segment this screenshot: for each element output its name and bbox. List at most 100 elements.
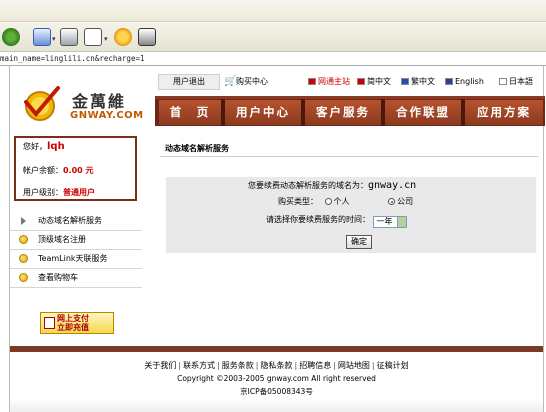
cart-link[interactable]: 🛒购买中心 bbox=[224, 74, 268, 90]
logout-button[interactable]: 用户退出 bbox=[158, 74, 220, 90]
nav-tab-solutions[interactable]: 应用方案 bbox=[465, 100, 543, 125]
logo-english-text: GNWAY.COM bbox=[70, 110, 144, 121]
cart-label: 购买中心 bbox=[236, 77, 268, 86]
bullet-icon bbox=[19, 254, 28, 263]
lang-simplified-label: 简中文 bbox=[367, 77, 391, 86]
lang-english[interactable]: English bbox=[445, 74, 484, 90]
page-title: 动态域名解析服务 bbox=[165, 144, 229, 153]
balance-value: 0.00 元 bbox=[63, 166, 94, 175]
lang-japanese-label: 日本語 bbox=[509, 77, 533, 86]
footer-link-contribute[interactable]: 征稿计划 bbox=[377, 361, 409, 370]
utility-bar: 用户退出 🛒购买中心 网通主站 简中文 繁中文 English 日本語 bbox=[158, 74, 543, 90]
nav-tab-partners[interactable]: 合作联盟 bbox=[385, 100, 461, 125]
bullet-icon bbox=[19, 235, 28, 244]
mail-icon[interactable] bbox=[33, 28, 51, 46]
side-menu-item-label: 动态域名解析服务 bbox=[38, 216, 102, 225]
main-nav: 首 页 用户中心 客户服务 合作联盟 应用方案 bbox=[155, 96, 545, 126]
lang-simplified[interactable]: 简中文 bbox=[357, 74, 391, 90]
online-payment-banner[interactable]: 网上支付 立即充值 bbox=[40, 312, 114, 334]
footer-shadow bbox=[10, 398, 543, 412]
footer-separator: | bbox=[371, 361, 375, 370]
lang-traditional-label: 繁中文 bbox=[411, 77, 435, 86]
footer-bar bbox=[10, 346, 543, 352]
footer-link-terms[interactable]: 服务条款 bbox=[222, 361, 254, 370]
side-menu-item-domain-registration[interactable]: 顶级域名注册 bbox=[10, 231, 142, 250]
pay-banner-line1: 网上支付 bbox=[57, 314, 89, 323]
footer-link-privacy[interactable]: 隐私条款 bbox=[261, 361, 293, 370]
side-menu: 动态域名解析服务 顶级域名注册 TeamLink天联服务 查看购物车 bbox=[10, 212, 142, 288]
edit-dropdown-arrow[interactable]: ▾ bbox=[104, 35, 108, 43]
flag-icon bbox=[499, 78, 507, 85]
print-icon[interactable] bbox=[60, 28, 78, 46]
side-menu-item-label: 顶级域名注册 bbox=[38, 235, 86, 244]
period-select[interactable]: 一年 bbox=[372, 216, 407, 228]
lang-main-site-label: 网通主站 bbox=[318, 77, 350, 86]
side-menu-item-cart[interactable]: 查看购物车 bbox=[10, 269, 142, 288]
logo-chinese-text: 金萬維 bbox=[72, 92, 127, 111]
domain-row: 您要续费动态解析服务的域名为：gnway.cn bbox=[248, 180, 416, 191]
footer-link-about[interactable]: 关于我们 bbox=[144, 361, 176, 370]
radio-personal[interactable] bbox=[324, 198, 332, 205]
footer-separator: | bbox=[255, 361, 259, 370]
edit-icon[interactable] bbox=[84, 28, 102, 46]
footer: 关于我们 | 联系方式 | 服务条款 | 隐私条款 | 招聘信息 | 网站地图 | 征稿计划 Copyr… bbox=[10, 346, 543, 412]
address-url[interactable]: main_name=linglili.cn&recharge=1 bbox=[0, 54, 145, 63]
renewal-form: 您要续费动态解析服务的域名为：gnway.cn 购买类型： 个人 公司 请选择你… bbox=[166, 177, 536, 253]
pay-banner-line2: 立即充值 bbox=[57, 323, 89, 332]
type-option-personal-label: 个人 bbox=[333, 197, 350, 206]
address-bar[interactable]: main_name=linglili.cn&recharge=1 bbox=[0, 53, 546, 66]
footer-copyright: Copyright ©2003-2005 gnway.com All right… bbox=[177, 374, 376, 383]
footer-icp: 京ICP备05008343号 bbox=[240, 387, 313, 396]
period-label: 请选择你要续费服务的时间： bbox=[266, 215, 370, 224]
flag-icon bbox=[445, 78, 453, 85]
lang-japanese[interactable]: 日本語 bbox=[499, 74, 533, 90]
side-menu-item-teamlink[interactable]: TeamLink天联服务 bbox=[10, 250, 142, 269]
footer-separator: | bbox=[217, 361, 220, 370]
page: 金萬維 GNWAY.COM 用户退出 🛒购买中心 网通主站 简中文 繁中文 En… bbox=[9, 66, 545, 412]
type-option-personal[interactable]: 个人 bbox=[324, 197, 350, 206]
radio-company[interactable] bbox=[388, 198, 396, 205]
nav-tab-user-center[interactable]: 用户中心 bbox=[225, 100, 301, 125]
confirm-button[interactable]: 确定 bbox=[346, 235, 372, 249]
footer-link-sitemap[interactable]: 网站地图 bbox=[338, 361, 370, 370]
type-label: 购买类型： bbox=[278, 197, 318, 206]
level-row: 用户级别：普通用户 bbox=[23, 187, 95, 198]
flag-icon bbox=[308, 78, 316, 85]
domain-label: 您要续费动态解析服务的域名为： bbox=[248, 181, 368, 190]
nav-tab-home[interactable]: 首 页 bbox=[159, 100, 221, 125]
type-option-company-label: 公司 bbox=[397, 197, 414, 206]
footer-link-jobs[interactable]: 招聘信息 bbox=[299, 361, 331, 370]
user-info-box: 您好，lqh 帐户余额：0.00 元 用户级别：普通用户 bbox=[14, 136, 137, 201]
cart-icon: 🛒 bbox=[224, 76, 237, 87]
logo-check-icon bbox=[24, 86, 60, 121]
greeting-label: 您好， bbox=[23, 142, 47, 151]
type-option-company[interactable]: 公司 bbox=[388, 197, 413, 206]
footer-link-contact[interactable]: 联系方式 bbox=[183, 361, 215, 370]
title-divider bbox=[160, 156, 538, 157]
level-value: 普通用户 bbox=[63, 188, 95, 197]
period-row: 请选择你要续费服务的时间： 一年 bbox=[266, 214, 407, 228]
messenger-icon[interactable] bbox=[114, 28, 132, 46]
bullet-icon bbox=[19, 273, 28, 282]
nav-tab-customer-service[interactable]: 客户服务 bbox=[305, 100, 381, 125]
chevron-down-icon[interactable] bbox=[396, 217, 406, 227]
username: lqh bbox=[47, 141, 65, 152]
balance-row: 帐户余额：0.00 元 bbox=[23, 165, 94, 176]
arrow-right-icon bbox=[21, 217, 26, 225]
side-menu-item-dns[interactable]: 动态域名解析服务 bbox=[10, 212, 142, 231]
mail-dropdown-arrow[interactable]: ▾ bbox=[52, 35, 56, 43]
side-menu-item-label: 查看购物车 bbox=[38, 273, 78, 282]
footer-links: 关于我们 | 联系方式 | 服务条款 | 隐私条款 | 招聘信息 | 网站地图 | 征稿计划 bbox=[10, 360, 543, 371]
browser-toolbar: ▾ ▾ bbox=[0, 22, 546, 52]
browser-menu-strip bbox=[0, 0, 546, 22]
logo[interactable]: 金萬維 GNWAY.COM bbox=[16, 78, 144, 140]
flag-icon bbox=[401, 78, 409, 85]
period-select-value: 一年 bbox=[376, 217, 393, 226]
lang-traditional[interactable]: 繁中文 bbox=[401, 74, 435, 90]
refresh-icon[interactable] bbox=[2, 28, 20, 46]
type-row: 购买类型： 个人 公司 bbox=[278, 196, 413, 207]
lang-main-site[interactable]: 网通主站 bbox=[308, 74, 350, 90]
research-icon[interactable] bbox=[138, 28, 156, 46]
greeting-row: 您好，lqh bbox=[23, 141, 65, 152]
footer-separator: | bbox=[333, 361, 336, 370]
